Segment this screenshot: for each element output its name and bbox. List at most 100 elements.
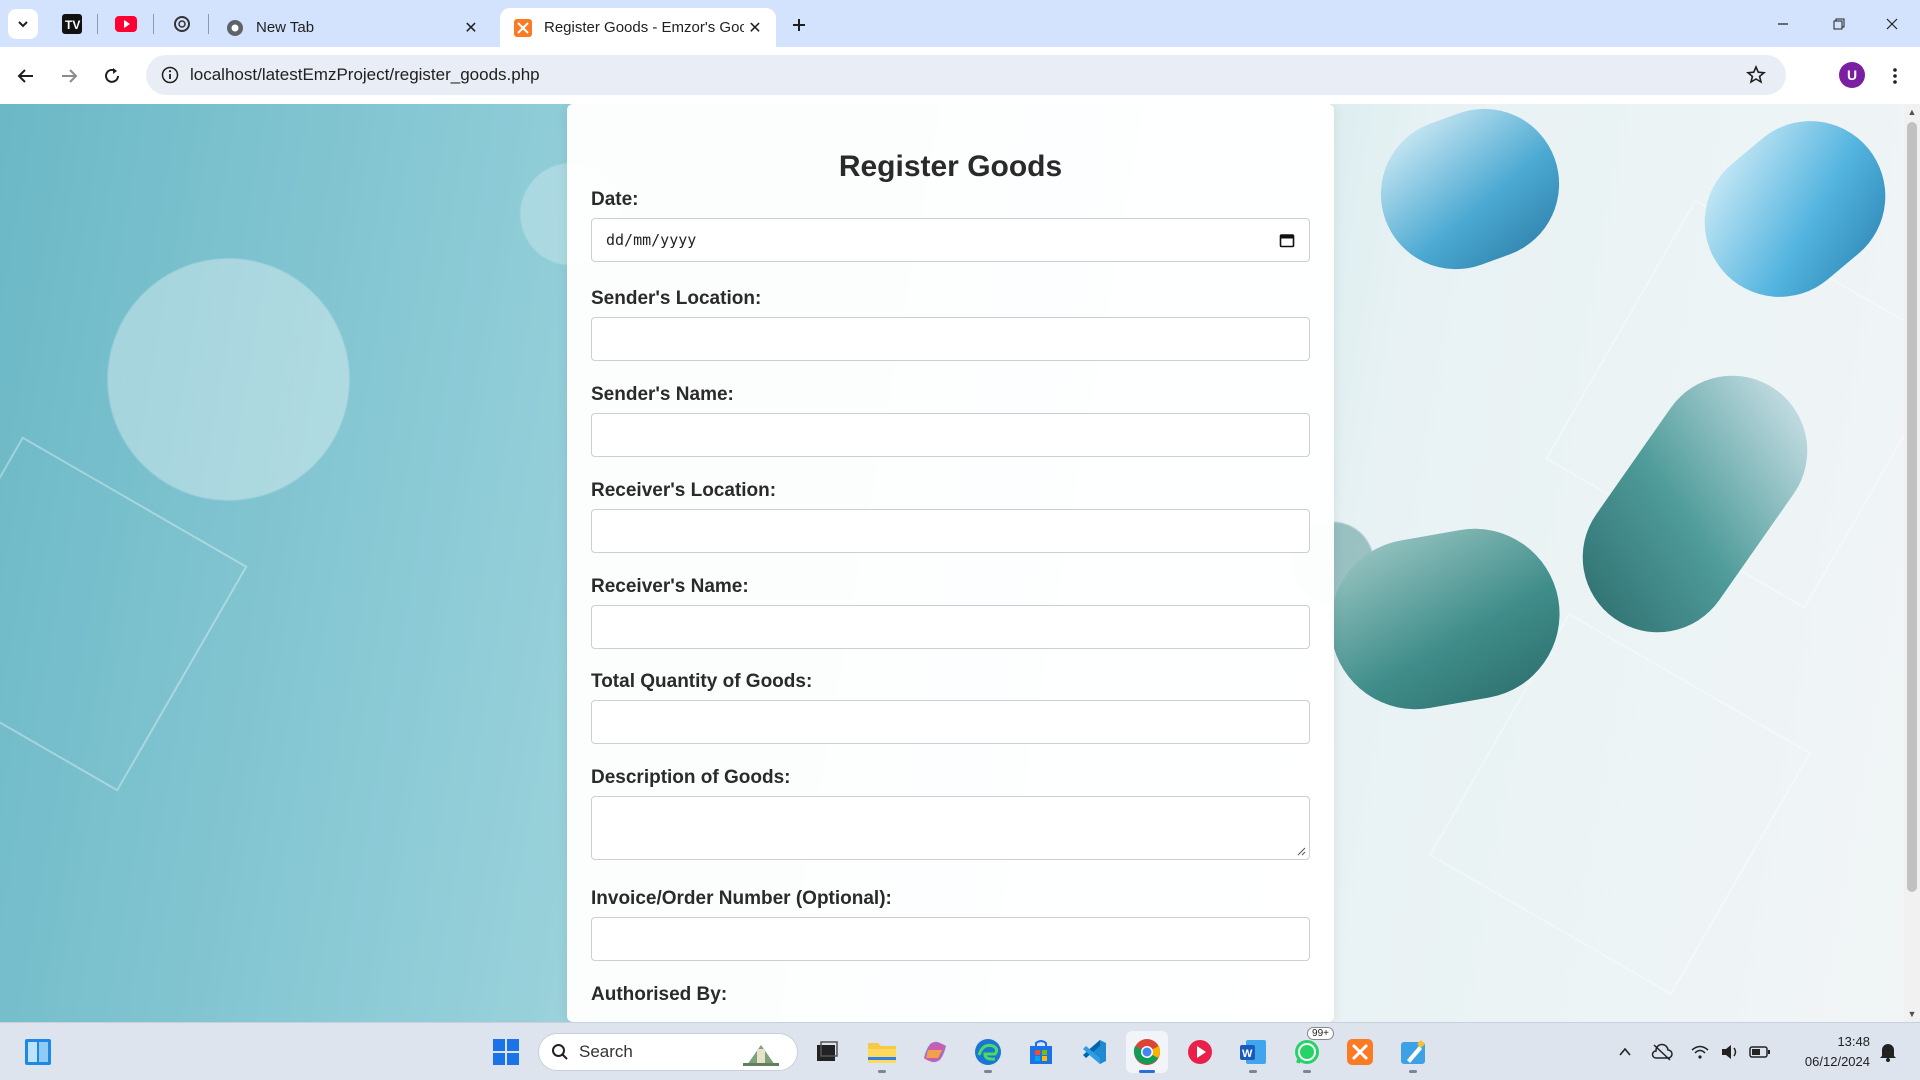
copilot-button[interactable] — [914, 1031, 956, 1073]
clock-time: 13:48 — [1837, 1034, 1870, 1049]
invoice-number-label: Invoice/Order Number (Optional): — [591, 888, 892, 909]
vscode-button[interactable] — [1073, 1031, 1115, 1073]
tab-title: Register Goods - Emzor's Good — [544, 19, 744, 36]
onedrive-tray[interactable] — [1650, 1040, 1674, 1064]
folder-icon — [868, 1043, 896, 1063]
chrome-icon — [227, 19, 243, 36]
windows-icon — [493, 1039, 519, 1065]
store-icon — [1030, 1040, 1052, 1064]
chrome-button[interactable] — [1126, 1031, 1168, 1073]
background-hexagon — [0, 436, 248, 792]
receivers-name-input[interactable] — [591, 605, 1310, 649]
widgets-icon — [25, 1039, 51, 1065]
close-icon[interactable]: ✕ — [744, 17, 766, 39]
new-tab-button[interactable] — [784, 10, 814, 40]
arrow-left-icon — [17, 69, 33, 83]
whatsapp-button[interactable]: 99+ — [1286, 1027, 1334, 1073]
receivers-location-input[interactable] — [591, 509, 1310, 553]
date-placeholder: dd/mm/yyyy — [606, 231, 697, 249]
openai-icon — [174, 16, 190, 32]
pinned-tab-openai[interactable] — [162, 9, 202, 39]
receivers-location-label: Receiver's Location: — [591, 480, 777, 501]
bookmark-star-icon[interactable] — [1738, 57, 1774, 93]
calendar-icon[interactable] — [1279, 232, 1295, 248]
wifi-icon — [1691, 1045, 1709, 1059]
plus-icon — [793, 19, 805, 31]
profile-avatar[interactable]: U — [1839, 62, 1865, 88]
word-icon: W — [1240, 1040, 1266, 1064]
reload-icon — [105, 68, 119, 83]
taskbar: Search W 99+ 13:48 06/12/2024 — [0, 1022, 1920, 1080]
browser-toolbar: localhost/latestEmzProject/register_good… — [0, 47, 1920, 104]
tab-separator — [153, 14, 154, 34]
media-player-button[interactable] — [1179, 1031, 1221, 1073]
show-hidden-icons-button[interactable] — [1613, 1040, 1637, 1064]
svg-text:W: W — [1242, 1048, 1253, 1060]
file-explorer-button[interactable] — [861, 1031, 903, 1073]
active-indicator — [1139, 1070, 1155, 1073]
senders-location-input[interactable] — [591, 317, 1310, 361]
task-view-icon — [817, 1041, 838, 1061]
forward-button[interactable] — [52, 59, 86, 93]
senders-location-label: Sender's Location: — [591, 288, 762, 309]
description-textarea[interactable] — [591, 796, 1310, 860]
start-button[interactable] — [485, 1031, 527, 1073]
vscode-icon — [1083, 1040, 1106, 1064]
more-menu-icon[interactable] — [1880, 59, 1910, 93]
search-label: Search — [579, 1042, 633, 1061]
url-text[interactable]: localhost/latestEmzProject/register_good… — [190, 65, 540, 85]
invoice-number-input[interactable] — [591, 917, 1310, 961]
battery-tray[interactable] — [1748, 1040, 1772, 1064]
tab-strip: TV New Tab ✕ Register Goods - Emzor's Go… — [0, 0, 1920, 47]
xampp-button[interactable] — [1339, 1031, 1381, 1073]
receivers-name-label: Receiver's Name: — [591, 576, 749, 597]
paint-button[interactable] — [1392, 1031, 1434, 1073]
date-label: Date: — [591, 189, 639, 210]
authorised-by-label: Authorised By: — [591, 984, 728, 1005]
copilot-icon — [924, 1041, 946, 1063]
scroll-up-arrow[interactable]: ▲ — [1904, 104, 1920, 120]
scrollbar-thumb[interactable] — [1907, 122, 1917, 892]
senders-name-input[interactable] — [591, 413, 1310, 457]
chrome-icon — [1133, 1039, 1161, 1065]
widgets-button[interactable] — [17, 1031, 59, 1073]
vertical-scrollbar[interactable]: ▲ ▼ — [1904, 104, 1920, 1022]
taskbar-search[interactable]: Search — [538, 1033, 798, 1071]
svg-text:TV: TV — [65, 18, 80, 32]
capsule-image — [1359, 104, 1581, 291]
edge-button[interactable] — [967, 1031, 1009, 1073]
close-icon[interactable]: ✕ — [460, 17, 482, 39]
pinned-tab-tradingview[interactable]: TV — [52, 9, 92, 39]
notifications-button[interactable] — [1876, 1040, 1900, 1064]
tab-search-button[interactable] — [8, 9, 38, 39]
tab-new-tab[interactable]: New Tab ✕ — [212, 8, 492, 47]
scroll-down-arrow[interactable]: ▼ — [1904, 1006, 1920, 1022]
search-highlight-icon — [743, 1045, 779, 1066]
back-button[interactable] — [9, 59, 43, 93]
close-window-button[interactable] — [1864, 0, 1920, 47]
total-quantity-input[interactable] — [591, 700, 1310, 744]
task-view-button[interactable] — [806, 1031, 848, 1073]
tab-separator — [97, 14, 98, 34]
cloud-offline-icon — [1651, 1043, 1673, 1061]
reload-button[interactable] — [95, 59, 129, 93]
edge-icon — [975, 1039, 1001, 1065]
volume-icon — [1722, 1045, 1737, 1059]
address-bar[interactable]: localhost/latestEmzProject/register_good… — [146, 55, 1786, 95]
resize-grip-icon[interactable] — [1296, 846, 1306, 856]
site-info-icon[interactable] — [152, 57, 188, 93]
register-form-card: Register Goods Date: dd/mm/yyyy Sender's… — [567, 104, 1334, 1022]
page-viewport: Register Goods Date: dd/mm/yyyy Sender's… — [0, 104, 1904, 1022]
network-tray[interactable] — [1688, 1040, 1712, 1064]
bell-icon — [1880, 1044, 1896, 1062]
pinned-tab-youtube[interactable] — [106, 9, 146, 39]
volume-tray[interactable] — [1718, 1040, 1742, 1064]
store-button[interactable] — [1020, 1031, 1062, 1073]
word-button[interactable]: W — [1232, 1031, 1274, 1073]
total-quantity-label: Total Quantity of Goods: — [591, 671, 813, 692]
taskbar-clock[interactable]: 13:48 06/12/2024 — [1780, 1032, 1870, 1072]
date-input[interactable]: dd/mm/yyyy — [591, 218, 1310, 262]
minimize-button[interactable] — [1755, 0, 1811, 47]
restore-button[interactable] — [1811, 0, 1867, 47]
tab-register-goods[interactable]: Register Goods - Emzor's Good ✕ — [500, 8, 776, 47]
